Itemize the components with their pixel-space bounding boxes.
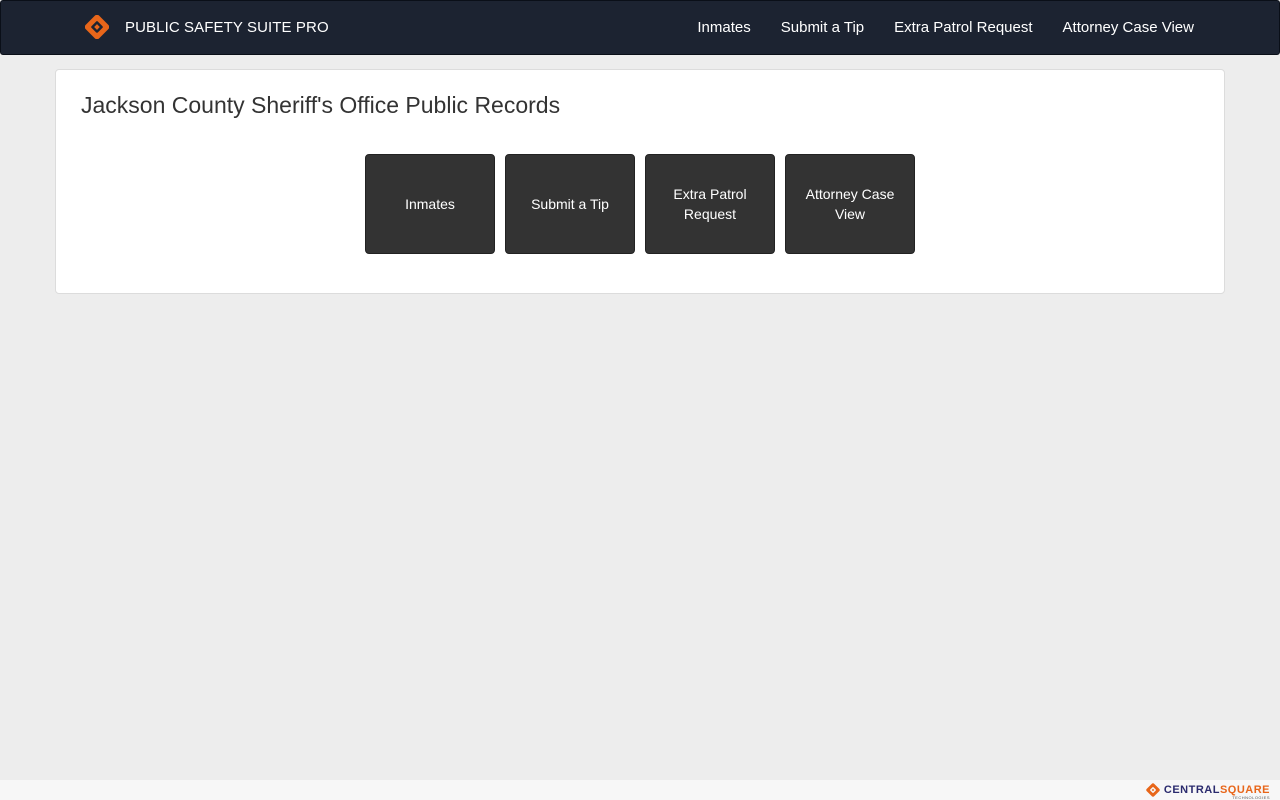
tile-attorney-case-view[interactable]: Attorney Case View xyxy=(785,154,915,254)
nav-link-inmates[interactable]: Inmates xyxy=(697,19,750,36)
footer-logo-subtitle: TECHNOLOGIES xyxy=(1232,795,1270,800)
nav-link-submit-tip[interactable]: Submit a Tip xyxy=(781,19,864,36)
tile-extra-patrol-request[interactable]: Extra Patrol Request xyxy=(645,154,775,254)
tile-grid: Inmates Submit a Tip Extra Patrol Reques… xyxy=(365,154,915,254)
records-panel: Jackson County Sheriff's Office Public R… xyxy=(55,69,1225,294)
brand-logo-icon xyxy=(85,15,109,39)
footer-logo-text-square: SQUARE xyxy=(1219,783,1270,796)
nav-links: Inmates Submit a Tip Extra Patrol Reques… xyxy=(697,1,1194,54)
footer-bar: CENTRALSQUARE TECHNOLOGIES xyxy=(0,780,1280,800)
brand-title: PUBLIC SAFETY SUITE PRO xyxy=(125,18,329,36)
page-title: Jackson County Sheriff's Office Public R… xyxy=(81,92,561,118)
centralsquare-logo-icon xyxy=(1146,783,1160,797)
nav-link-attorney-case-view[interactable]: Attorney Case View xyxy=(1063,19,1194,36)
nav-link-extra-patrol-request[interactable]: Extra Patrol Request xyxy=(894,19,1032,36)
brand-link[interactable]: PUBLIC SAFETY SUITE PRO xyxy=(85,15,329,39)
top-navbar: PUBLIC SAFETY SUITE PRO Inmates Submit a… xyxy=(0,0,1280,55)
tile-submit-tip[interactable]: Submit a Tip xyxy=(505,154,635,254)
footer-logo-text-central: CENTRAL xyxy=(1163,783,1220,796)
tile-inmates[interactable]: Inmates xyxy=(365,154,495,254)
